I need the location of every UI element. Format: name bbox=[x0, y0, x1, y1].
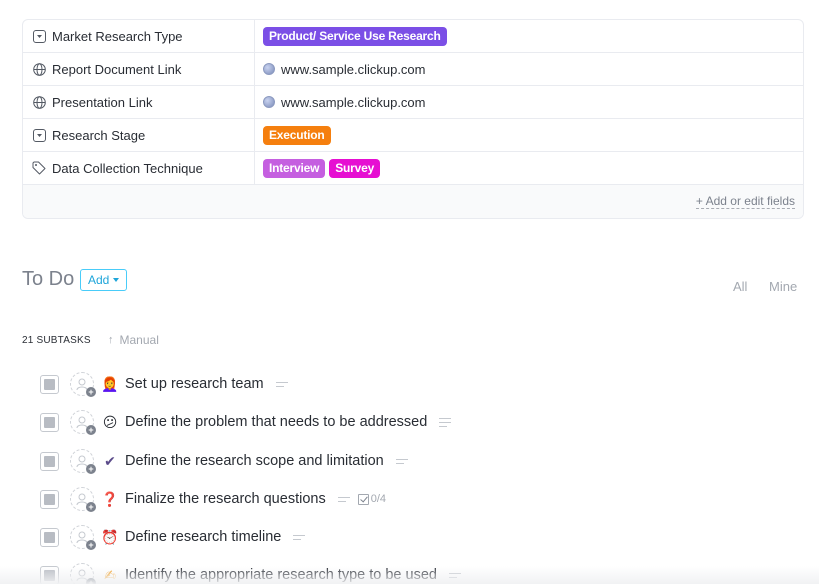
status-group-title: To Do bbox=[22, 268, 75, 290]
task-name[interactable]: Define the problem that needs to be addr… bbox=[125, 414, 427, 430]
globe-icon bbox=[32, 95, 46, 109]
task-checkbox[interactable] bbox=[40, 489, 59, 509]
plus-icon: + bbox=[86, 464, 96, 474]
dropdown-icon bbox=[32, 128, 46, 142]
plus-icon: + bbox=[86, 502, 96, 512]
clock-emoji: ⏰ bbox=[101, 528, 119, 545]
sort-label: Manual bbox=[119, 333, 159, 347]
field-label: Data Collection Technique bbox=[52, 160, 203, 176]
dropdown-icon bbox=[32, 29, 46, 43]
tag-icon bbox=[32, 161, 46, 175]
assign-user-button[interactable]: + bbox=[70, 410, 96, 435]
task-name[interactable]: Define the research scope and limitation bbox=[125, 453, 384, 469]
task-row[interactable]: + 😕 Define the problem that needs to be … bbox=[40, 409, 452, 435]
assign-user-button[interactable]: + bbox=[70, 372, 96, 397]
plus-icon: + bbox=[86, 387, 96, 397]
task-checkbox[interactable] bbox=[40, 412, 59, 432]
field-label: Market Research Type bbox=[52, 28, 183, 44]
field-row[interactable]: Market Research Type Product/ Service Us… bbox=[23, 20, 803, 53]
custom-fields-table: Market Research Type Product/ Service Us… bbox=[22, 19, 804, 219]
field-row[interactable]: Report Document Link www.sample.clickup.… bbox=[23, 53, 803, 86]
field-label: Research Stage bbox=[52, 127, 146, 143]
task-row[interactable]: + ⏰ Define research timeline bbox=[40, 524, 306, 550]
task-row[interactable]: + ✔ Define the research scope and limita… bbox=[40, 448, 408, 474]
plus-icon: + bbox=[86, 540, 96, 550]
subtask-count: 21 SUBTASKS bbox=[22, 335, 91, 346]
link-favicon-icon bbox=[263, 96, 275, 108]
description-icon bbox=[337, 496, 350, 502]
assign-user-button[interactable]: + bbox=[70, 449, 96, 474]
assign-user-button[interactable]: + bbox=[70, 525, 96, 550]
report-document-link[interactable]: www.sample.clickup.com bbox=[281, 62, 426, 77]
checklist-icon bbox=[357, 493, 369, 505]
link-favicon-icon bbox=[263, 63, 275, 75]
sort-toggle[interactable]: ↑ Manual bbox=[108, 333, 159, 347]
task-name[interactable]: Finalize the research questions bbox=[125, 491, 326, 507]
confused-face-emoji: 😕 bbox=[102, 413, 118, 430]
field-row[interactable]: Presentation Link www.sample.clickup.com bbox=[23, 86, 803, 119]
globe-icon bbox=[32, 62, 46, 76]
add-or-edit-fields-link[interactable]: + Add or edit fields bbox=[695, 194, 795, 209]
arrow-up-icon: ↑ bbox=[108, 334, 114, 346]
market-research-type-tag[interactable]: Product/ Service Use Research bbox=[263, 26, 447, 46]
person-emoji: 👩‍🦰 bbox=[101, 375, 119, 392]
description-icon bbox=[395, 458, 408, 464]
check-mark-emoji: ✔ bbox=[104, 452, 116, 469]
caret-down-icon bbox=[113, 278, 120, 282]
description-icon bbox=[439, 417, 452, 427]
description-icon bbox=[275, 381, 288, 387]
task-row[interactable]: + 👩‍🦰 Set up research team bbox=[40, 371, 288, 397]
checklist-indicator[interactable]: 0/4 bbox=[357, 493, 386, 505]
filter-all[interactable]: All bbox=[733, 279, 747, 294]
task-checkbox[interactable] bbox=[40, 527, 59, 547]
filter-mine[interactable]: Mine bbox=[769, 279, 797, 294]
add-label: Add bbox=[88, 273, 110, 287]
field-label: Presentation Link bbox=[52, 94, 153, 110]
field-row[interactable]: Data Collection Technique Interview Surv… bbox=[23, 152, 803, 185]
task-name[interactable]: Set up research team bbox=[125, 376, 264, 392]
question-mark-emoji: ❓ bbox=[101, 490, 119, 507]
add-task-button[interactable]: Add bbox=[80, 269, 128, 291]
description-icon bbox=[293, 534, 306, 540]
research-stage-tag[interactable]: Execution bbox=[263, 125, 331, 145]
task-name[interactable]: Define research timeline bbox=[125, 529, 281, 545]
task-row[interactable]: + ❓ Finalize the research questions 0/4 bbox=[40, 486, 386, 512]
plus-icon: + bbox=[86, 425, 96, 435]
task-checkbox[interactable] bbox=[40, 374, 59, 394]
survey-tag[interactable]: Survey bbox=[329, 158, 381, 178]
scroll-fade bbox=[0, 566, 819, 584]
field-label: Report Document Link bbox=[52, 61, 182, 77]
task-checkbox[interactable] bbox=[40, 451, 59, 471]
interview-tag[interactable]: Interview bbox=[263, 158, 326, 178]
checklist-progress: 0/4 bbox=[370, 493, 386, 505]
field-row[interactable]: Research Stage Execution bbox=[23, 119, 803, 152]
assign-user-button[interactable]: + bbox=[70, 487, 96, 512]
presentation-link[interactable]: www.sample.clickup.com bbox=[281, 95, 426, 110]
